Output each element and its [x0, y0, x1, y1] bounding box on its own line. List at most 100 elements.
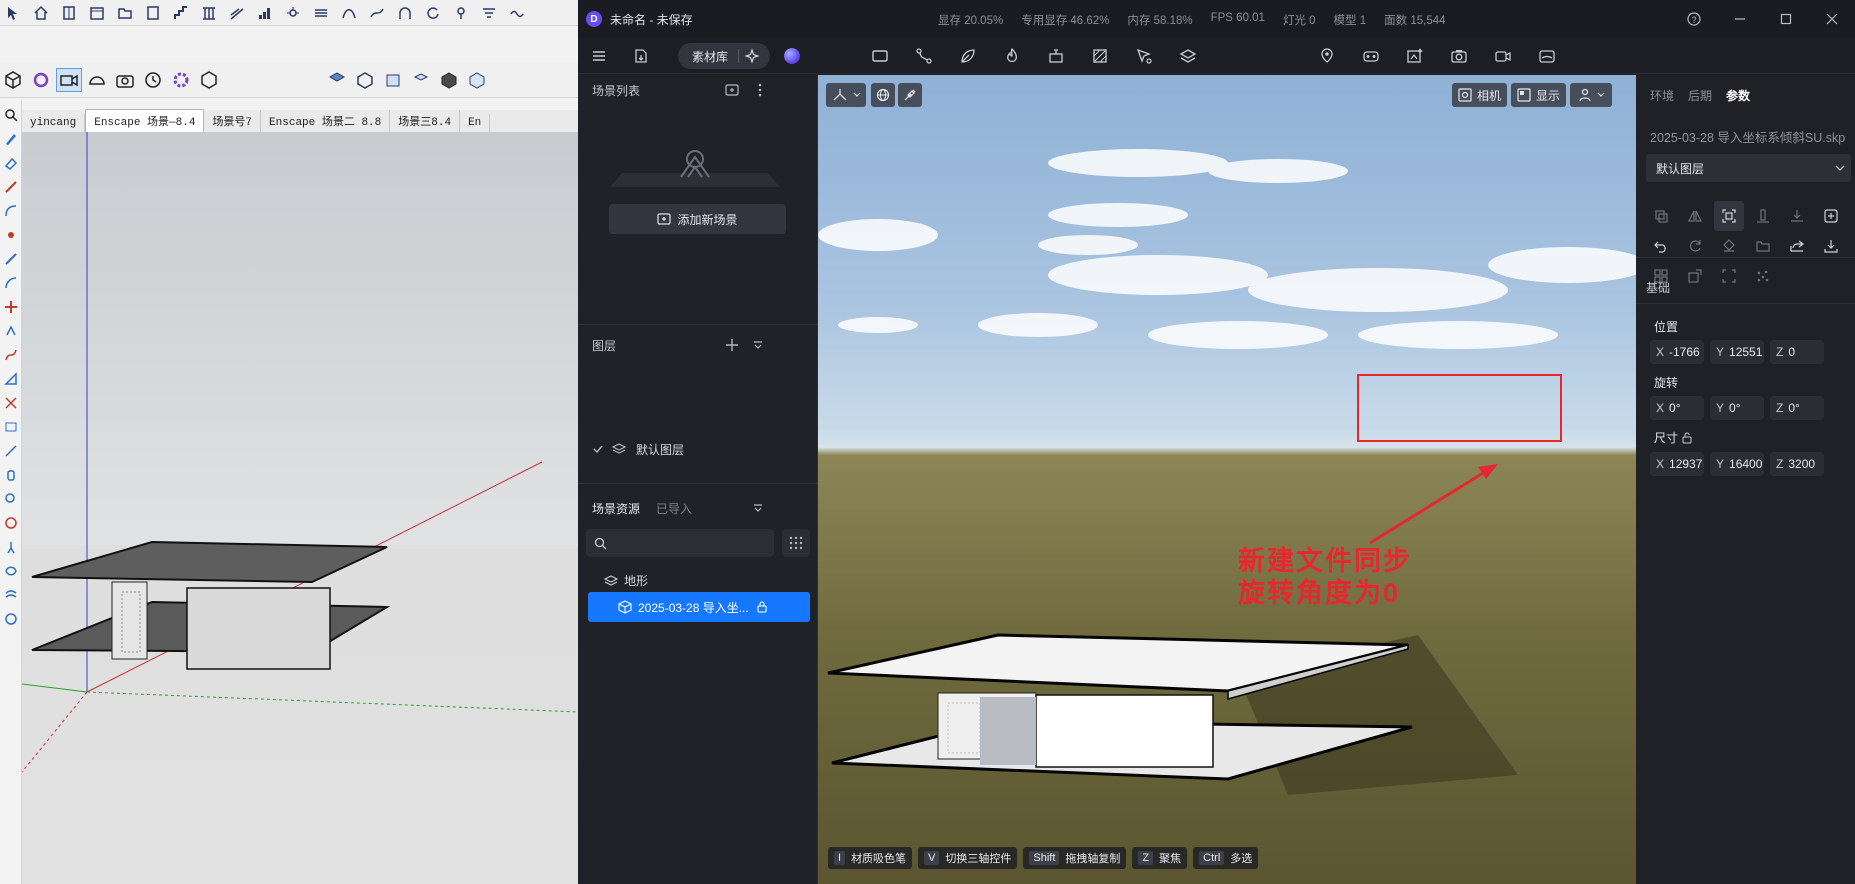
layer-select-dropdown[interactable]: 默认图层	[1646, 154, 1851, 182]
material-icon[interactable]	[1087, 43, 1113, 69]
pencil-icon[interactable]	[2, 130, 20, 148]
zoom-tool-icon[interactable]	[2, 490, 20, 508]
hand-tool-icon[interactable]	[2, 466, 20, 484]
orbit-icon[interactable]	[28, 68, 54, 92]
tape-tool-icon[interactable]	[2, 250, 20, 268]
menu-icon[interactable]	[586, 43, 612, 69]
dimension-tool-icon[interactable]	[2, 442, 20, 460]
lock-ratio-icon[interactable]	[1682, 432, 1692, 444]
position-z-field[interactable]: Z0	[1770, 340, 1824, 364]
calendar-icon[interactable]	[84, 1, 110, 25]
look-around-icon[interactable]	[2, 562, 20, 580]
ai-sparkle-icon[interactable]	[745, 49, 760, 63]
resource-item-model[interactable]: 2025-03-28 导入坐...	[588, 592, 810, 622]
follow-me-icon[interactable]	[2, 346, 20, 364]
arc-tool-icon[interactable]	[2, 202, 20, 220]
world-coordinate-button[interactable]	[871, 83, 895, 107]
copy-icon[interactable]	[1646, 201, 1676, 231]
ai-assistant-icon[interactable]	[784, 48, 800, 64]
vr-icon[interactable]	[1358, 43, 1384, 69]
drop-to-ground-icon[interactable]	[1782, 201, 1812, 231]
arch-icon[interactable]	[392, 1, 418, 25]
axis-gizmo-dropdown[interactable]	[826, 83, 866, 107]
position-y-field[interactable]: Y 12551	[1710, 340, 1764, 364]
scene-tab[interactable]: Enscape 场景—8.4	[85, 109, 205, 132]
right-view-icon[interactable]	[408, 68, 434, 92]
view-mode-dropdown[interactable]	[1570, 83, 1612, 107]
building-icon[interactable]	[56, 1, 82, 25]
location-icon[interactable]	[1314, 43, 1340, 69]
add-scene-icon[interactable]	[724, 82, 740, 98]
shaded-view-icon[interactable]	[436, 68, 462, 92]
close-icon[interactable]	[1809, 0, 1855, 38]
resource-item-terrain[interactable]: 地形	[588, 565, 810, 595]
rectangle-tool-icon[interactable]	[867, 43, 893, 69]
folder-icon[interactable]	[112, 1, 138, 25]
render-video-icon[interactable]	[1490, 43, 1516, 69]
asset-search-input[interactable]	[586, 529, 774, 557]
walk-icon[interactable]	[84, 68, 110, 92]
rotation-z-field[interactable]: Z 0°	[1770, 396, 1824, 420]
front-view-icon[interactable]	[380, 68, 406, 92]
display-button[interactable]: 显示	[1511, 83, 1566, 107]
align-vertical-icon[interactable]	[1748, 201, 1778, 231]
top-view-icon[interactable]	[352, 68, 378, 92]
collapse-assets-icon[interactable]	[750, 500, 766, 516]
help-icon[interactable]: ?	[1671, 0, 1717, 38]
columns-icon[interactable]	[196, 1, 222, 25]
ramp-icon[interactable]	[224, 1, 250, 25]
focus-icon[interactable]	[1714, 201, 1744, 231]
camera-icon[interactable]	[112, 68, 138, 92]
particle-fire-icon[interactable]	[999, 43, 1025, 69]
camera-button[interactable]: 相机	[1452, 83, 1507, 107]
minimize-icon[interactable]	[1717, 0, 1763, 38]
collapse-layers-icon[interactable]	[750, 337, 766, 353]
line-tool-icon[interactable]	[2, 178, 20, 196]
size-y-field[interactable]: Y 16400	[1710, 452, 1764, 476]
xray-view-icon[interactable]	[464, 68, 490, 92]
scatter-icon[interactable]	[1748, 261, 1778, 291]
import-file-icon[interactable]	[628, 43, 654, 69]
cube-icon[interactable]	[0, 68, 26, 92]
axes-tool-icon[interactable]	[2, 394, 20, 412]
home-icon[interactable]	[28, 1, 54, 25]
add-new-scene-button[interactable]: 添加新场景	[609, 204, 786, 234]
layers-tool-icon[interactable]	[1175, 43, 1201, 69]
mirror-icon[interactable]	[1680, 201, 1710, 231]
size-z-field[interactable]: Z 3200	[1770, 452, 1824, 476]
position-camera-icon[interactable]	[2, 514, 20, 532]
iso-view-icon[interactable]	[324, 68, 350, 92]
scene-tab[interactable]: yincang	[22, 114, 86, 132]
lines-icon[interactable]	[308, 1, 334, 25]
network-icon[interactable]	[280, 1, 306, 25]
tab-scene-assets[interactable]: 场景资源	[592, 500, 640, 517]
asset-library-button[interactable]: 素材库	[678, 43, 770, 69]
section-plane-icon[interactable]	[2, 586, 20, 604]
text-tool-icon[interactable]	[2, 418, 20, 436]
scene-tab[interactable]: 场景三8.4	[390, 110, 461, 132]
protractor-icon[interactable]	[2, 274, 20, 292]
transform-icon[interactable]	[1680, 261, 1710, 291]
wave-icon[interactable]	[504, 1, 530, 25]
tab-environment[interactable]: 环境	[1650, 87, 1674, 104]
add-object-icon[interactable]	[1816, 201, 1846, 231]
position-x-field[interactable]: X -1766	[1650, 340, 1704, 364]
gear-icon[interactable]	[168, 68, 194, 92]
page-icon[interactable]	[140, 1, 166, 25]
add-layer-icon[interactable]	[724, 337, 740, 353]
stairs-icon[interactable]	[168, 1, 194, 25]
scale-tool-icon[interactable]	[2, 370, 20, 388]
move-tool-icon[interactable]	[2, 298, 20, 316]
render-image-icon[interactable]	[1446, 43, 1472, 69]
grid-view-button[interactable]	[782, 529, 810, 557]
curve-icon[interactable]	[336, 1, 362, 25]
tab-post-processing[interactable]: 后期	[1688, 87, 1712, 104]
render-panorama-icon[interactable]	[1534, 43, 1560, 69]
rotate-icon[interactable]	[420, 1, 446, 25]
scene-tab[interactable]: 场景号7	[204, 110, 262, 132]
lock-icon[interactable]	[757, 601, 767, 613]
scene-tab[interactable]: En	[460, 114, 491, 132]
size-x-field[interactable]: X 12937	[1650, 452, 1704, 476]
rotation-x-field[interactable]: X 0°	[1650, 396, 1704, 420]
walk-tool-icon[interactable]	[2, 538, 20, 556]
